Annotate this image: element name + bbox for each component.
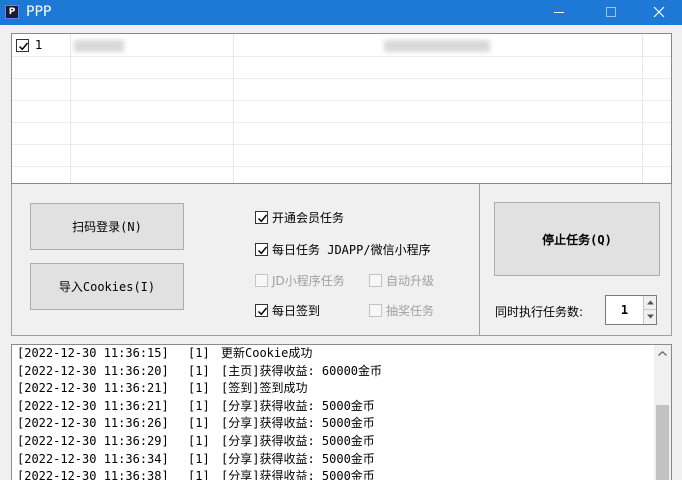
log-time: [2022-12-30 11:36:26] <box>17 416 169 431</box>
log-time: [2022-12-30 11:36:15] <box>17 346 169 360</box>
log-account: [1] <box>188 346 210 360</box>
row-divider <box>12 122 671 123</box>
daily-task-checkbox[interactable]: 每日任务 JDAPP/微信小程序 <box>255 241 431 257</box>
scan-login-button[interactable]: 扫码登录(N) <box>30 203 184 250</box>
row-divider <box>12 56 671 57</box>
scroll-thumb[interactable] <box>656 405 669 480</box>
row-checkbox[interactable] <box>16 39 29 52</box>
concurrency-stepper[interactable] <box>605 295 657 325</box>
log-entry: [2022-12-30 11:36:34] [1] [分享]获得收益: 5000金币 <box>17 451 652 469</box>
log-time: [2022-12-30 11:36:38] <box>17 469 169 480</box>
log-output[interactable]: [2022-12-30 11:36:15] [1] 更新Cookie成功 [2022… <box>11 344 672 480</box>
app-icon: P <box>5 5 19 19</box>
checkbox-label: JD小程序任务 <box>272 273 345 288</box>
log-entry: [2022-12-30 11:36:20] [1] [主页]获得收益: 60000金… <box>17 363 652 381</box>
checkmark-icon <box>257 307 268 315</box>
close-button[interactable] <box>636 0 682 25</box>
checkbox-box <box>369 303 382 317</box>
checkbox-box <box>255 303 268 317</box>
log-entry: [2022-12-30 11:36:38] [1] [分享]获得收益: 5000金币 <box>17 468 652 480</box>
log-time: [2022-12-30 11:36:20] <box>17 363 169 378</box>
chevron-up-icon <box>658 351 667 356</box>
stop-task-button[interactable]: 停止任务(Q) <box>494 202 660 276</box>
log-account: [1] <box>188 433 210 448</box>
log-entry: [2022-12-30 11:36:29] [1] [分享]获得收益: 5000金币 <box>17 433 652 451</box>
chevron-up-icon <box>647 300 654 305</box>
close-icon <box>653 6 665 18</box>
checkbox-box <box>255 273 268 287</box>
title-bar[interactable]: P PPP <box>0 0 682 25</box>
checkbox-box <box>255 242 268 256</box>
log-message: [分享]获得收益: 5000金币 <box>221 398 375 413</box>
spin-up-button[interactable] <box>643 296 656 310</box>
row-index: 1 <box>35 38 43 52</box>
checkbox-label: 抽奖任务 <box>386 303 435 318</box>
concurrency-label: 同时执行任务数: <box>495 305 584 319</box>
log-entry: [2022-12-30 11:36:21] [1] [分享]获得收益: 5000金币 <box>17 398 652 416</box>
row-divider <box>12 78 671 79</box>
log-account: [1] <box>188 398 210 413</box>
scroll-up-button[interactable] <box>654 345 671 362</box>
log-time: [2022-12-30 11:36:29] <box>17 433 169 448</box>
log-time: [2022-12-30 11:36:21] <box>17 381 169 396</box>
import-cookies-button[interactable]: 导入Cookies(I) <box>30 263 184 310</box>
log-message: 更新Cookie成功 <box>221 346 313 360</box>
log-time: [2022-12-30 11:36:34] <box>17 451 169 466</box>
redacted-account-info <box>384 40 490 52</box>
auto-upgrade-checkbox: 自动升级 <box>369 272 434 288</box>
maximize-icon <box>606 7 616 17</box>
checkbox-box <box>369 273 382 287</box>
log-entry: [2022-12-30 11:36:26] [1] [分享]获得收益: 5000金币 <box>17 415 652 433</box>
redacted-account-name <box>74 40 124 52</box>
checkbox-label: 每日任务 JDAPP/微信小程序 <box>272 242 431 257</box>
log-entry: [2022-12-30 11:36:15] [1] 更新Cookie成功 <box>17 345 652 363</box>
checkmark-icon <box>257 246 268 254</box>
checkmark-icon <box>257 214 268 222</box>
window-title: PPP <box>26 4 52 20</box>
vip-task-checkbox[interactable]: 开通会员任务 <box>255 209 344 225</box>
minimize-button[interactable] <box>536 0 582 25</box>
log-message: [分享]获得收益: 5000金币 <box>221 433 375 448</box>
log-message: [主页]获得收益: 60000金币 <box>221 363 383 378</box>
checkbox-label: 每日签到 <box>272 303 321 318</box>
log-message: [分享]获得收益: 5000金币 <box>221 416 375 431</box>
log-account: [1] <box>188 451 210 466</box>
row-divider <box>12 100 671 101</box>
spin-down-button[interactable] <box>643 310 656 324</box>
concurrency-input[interactable] <box>606 296 643 324</box>
minimize-icon <box>554 12 564 13</box>
log-account: [1] <box>188 469 210 480</box>
daily-signin-checkbox[interactable]: 每日签到 <box>255 302 320 318</box>
log-message: [分享]获得收益: 5000金币 <box>221 469 375 480</box>
chevron-down-icon <box>647 314 654 319</box>
account-list[interactable]: 1 <box>11 33 672 184</box>
log-account: [1] <box>188 416 210 431</box>
log-scrollbar[interactable] <box>654 345 671 480</box>
log-account: [1] <box>188 381 210 396</box>
checkbox-box <box>255 210 268 224</box>
row-divider <box>12 144 671 145</box>
log-message: [签到]签到成功 <box>221 381 308 396</box>
log-time: [2022-12-30 11:36:21] <box>17 398 169 413</box>
jd-mini-task-checkbox: JD小程序任务 <box>255 272 345 288</box>
maximize-button <box>588 0 634 25</box>
checkmark-icon <box>18 42 29 51</box>
checkbox-label: 开通会员任务 <box>272 210 345 225</box>
log-message: [分享]获得收益: 5000金币 <box>221 451 375 466</box>
log-lines: [2022-12-30 11:36:15] [1] 更新Cookie成功 [2022… <box>17 345 652 480</box>
log-entry: [2022-12-30 11:36:21] [1] [签到]签到成功 <box>17 380 652 398</box>
log-account: [1] <box>188 363 210 378</box>
checkbox-label: 自动升级 <box>386 273 435 288</box>
lottery-task-checkbox: 抽奖任务 <box>369 302 434 318</box>
row-divider <box>12 166 671 167</box>
